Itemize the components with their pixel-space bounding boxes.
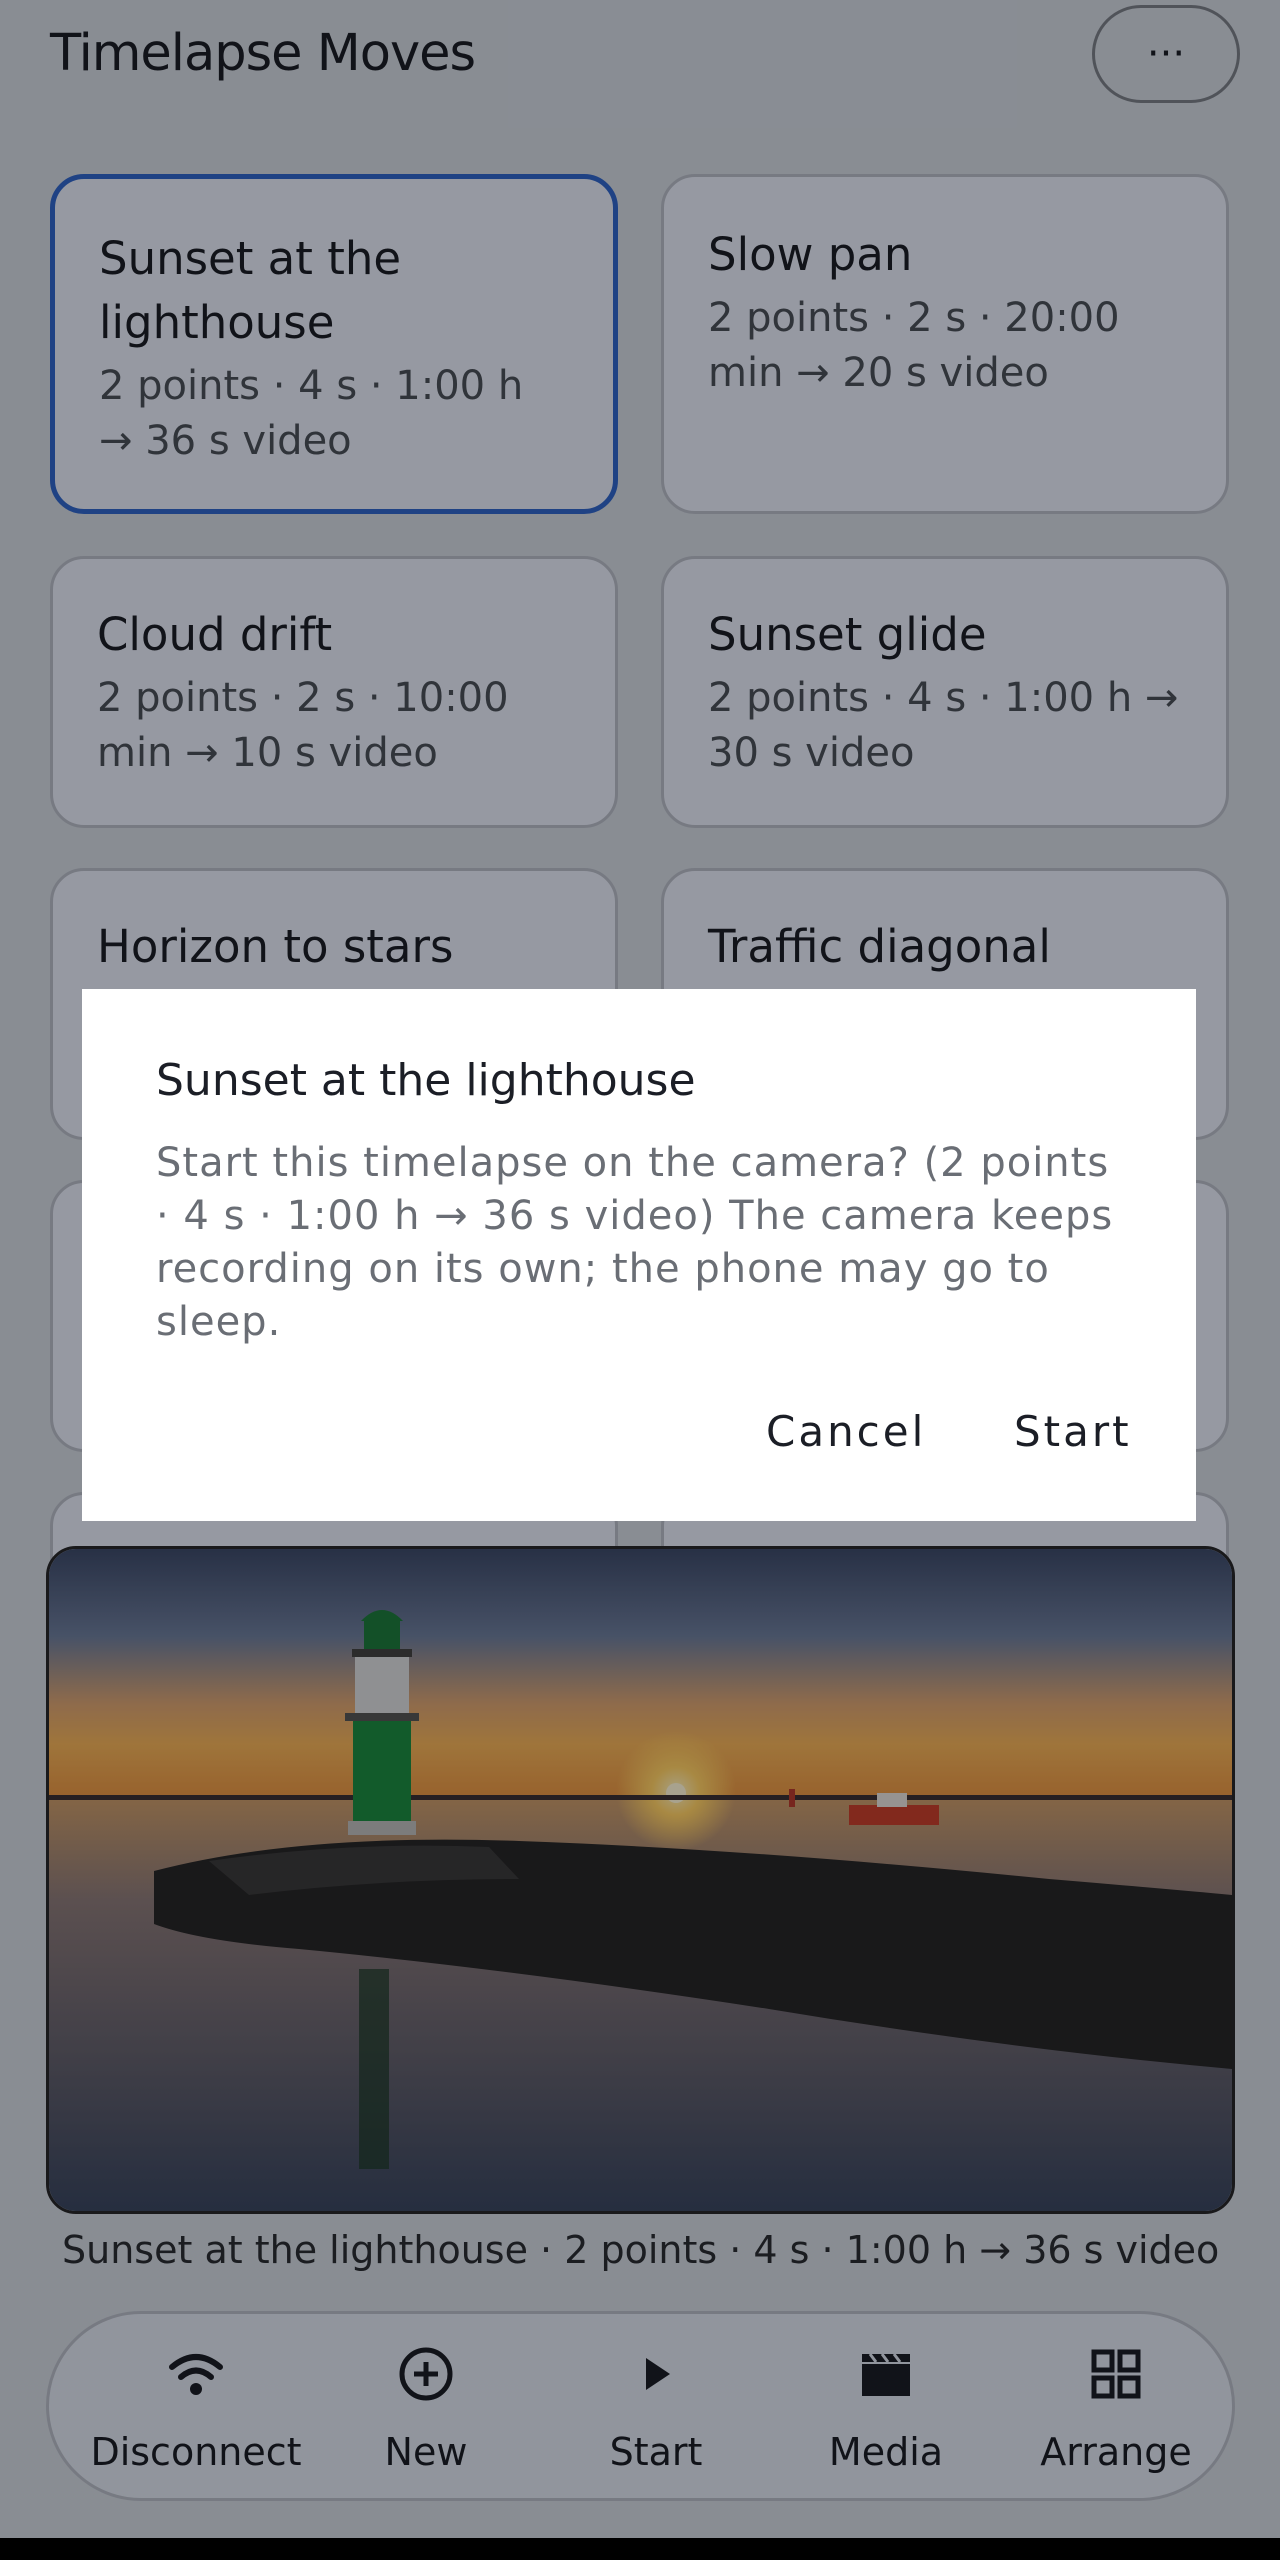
app-screen: Timelapse Moves ··· Sunset at the lighth…: [0, 0, 1280, 2538]
cancel-button[interactable]: Cancel: [766, 1407, 926, 1456]
start-timelapse-dialog: Sunset at the lighthouse Start this time…: [82, 989, 1196, 1521]
system-navigation-bar: [0, 2538, 1280, 2560]
dialog-title: Sunset at the lighthouse: [156, 1055, 696, 1106]
start-button[interactable]: Start: [1014, 1407, 1132, 1456]
dialog-message: Start this timelapse on the camera? (2 p…: [156, 1140, 1114, 1345]
